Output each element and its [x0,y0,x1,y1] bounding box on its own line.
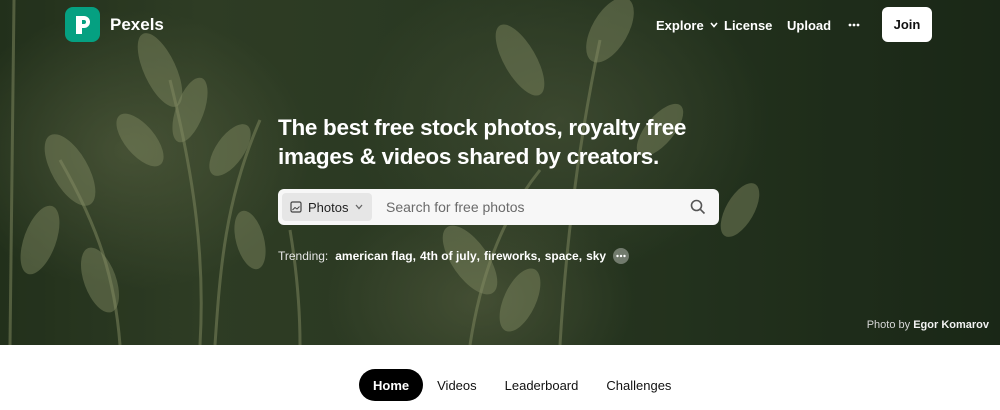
search-type-label: Photos [308,199,349,215]
trending-item-fireworks[interactable]: fireworks [484,249,537,263]
search-input[interactable] [386,192,676,222]
chevron-down-icon [710,22,718,28]
trending-bar: Trending: american flag, 4th of july, fi… [278,247,630,265]
nav-explore[interactable]: Explore [656,0,718,50]
more-horizontal-icon[interactable] [848,0,860,50]
trending-item-american-flag[interactable]: american flag [335,249,412,263]
trending-item-space[interactable]: space [545,249,579,263]
hero-overlay [0,0,1000,345]
pexels-logo-icon[interactable] [65,7,100,42]
nav-license-label: License [724,17,773,33]
nav-license[interactable]: License [724,0,772,50]
trending-item-4th-of-july[interactable]: 4th of july [420,249,477,263]
section-tabs: Home Videos Leaderboard Challenges [359,369,685,401]
search-bar: Photos [278,189,719,225]
hero-banner [0,0,1000,345]
tab-leaderboard[interactable]: Leaderboard [491,369,593,401]
photo-credit-author[interactable]: Egor Komarov [913,319,989,331]
tab-videos[interactable]: Videos [423,369,491,401]
nav-upload[interactable]: Upload [787,0,831,50]
join-button[interactable]: Join [882,7,932,42]
hero-headline: The best free stock photos, royalty free… [278,113,738,171]
photo-credit[interactable]: Photo by Egor Komarov [867,319,989,331]
nav-explore-label: Explore [656,17,704,33]
tab-home[interactable]: Home [359,369,424,401]
photo-credit-prefix: Photo by [866,319,911,331]
search-type-dropdown[interactable]: Photos [282,193,372,221]
trending-more-icon[interactable] [613,248,630,264]
image-icon [290,201,302,213]
hero-headline-line1: The best free stock photos, royalty free [278,115,687,140]
search-icon[interactable] [689,198,707,216]
trending-label: Trending: [278,249,329,263]
tab-challenges[interactable]: Challenges [592,369,685,401]
hero-headline-line2: images & videos shared by creators. [278,144,659,169]
trending-item-sky[interactable]: sky [586,249,606,263]
nav-upload-label: Upload [787,17,832,33]
chevron-down-icon [355,204,363,210]
brand-name[interactable]: Pexels [110,15,164,35]
